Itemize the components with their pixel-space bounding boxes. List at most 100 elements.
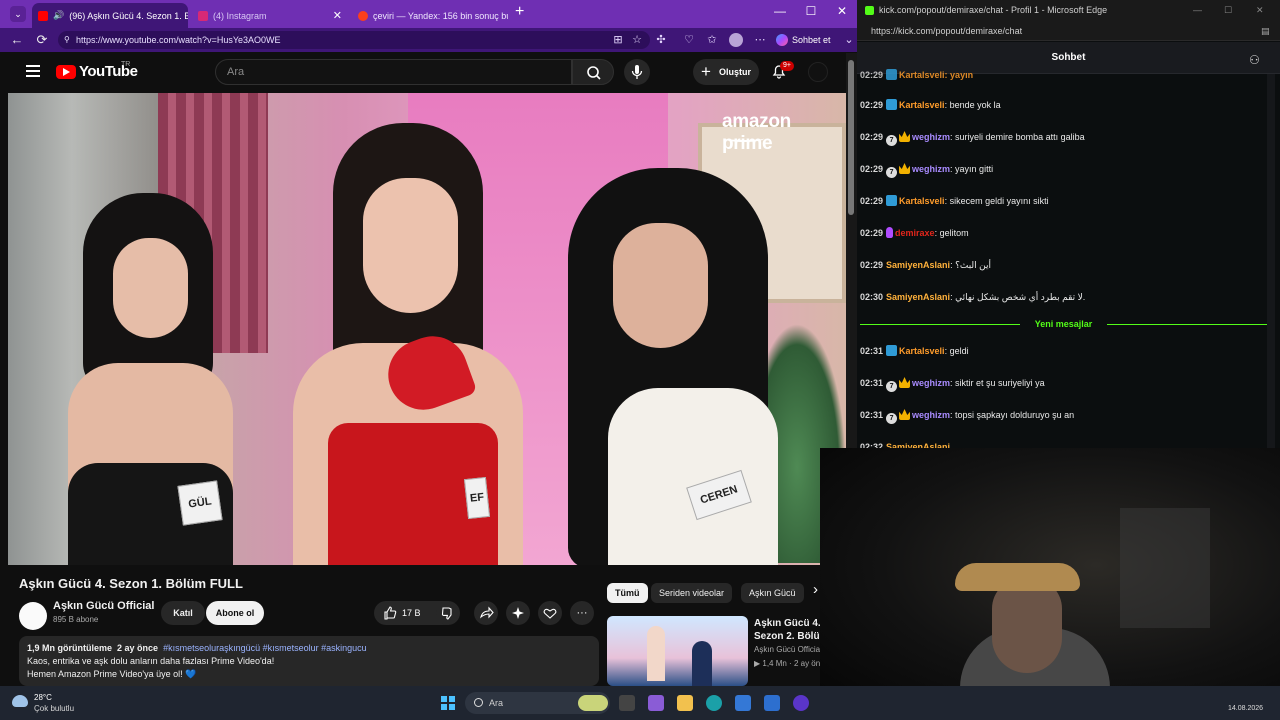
chat-username[interactable]: weghizm <box>912 132 950 142</box>
page-scrollbar-thumb[interactable] <box>848 60 854 215</box>
join-button[interactable]: Katıl <box>161 601 205 625</box>
start-windows-icon[interactable] <box>441 696 455 710</box>
chat-username[interactable]: weghizm <box>912 378 950 388</box>
maximize-button[interactable]: ☐ <box>801 4 821 18</box>
chat-username[interactable]: Kartalsveli <box>899 196 945 206</box>
chat-username[interactable]: weghizm <box>912 410 950 420</box>
sidebar-chevron-icon[interactable]: ⌄ <box>843 34 855 46</box>
kick-maximize-button[interactable]: ☐ <box>1224 0 1232 21</box>
youtube-logo-icon[interactable] <box>56 65 76 79</box>
edge-browser-icon[interactable] <box>706 695 722 711</box>
chat-text: : suriyeli demire bomba attı galiba <box>950 132 1085 142</box>
search-button[interactable] <box>572 59 614 85</box>
chat-text: : topsi şapkayı dolduruyo şu an <box>950 410 1075 420</box>
more-menu-icon[interactable]: ⋯ <box>754 34 766 46</box>
hashtags[interactable]: #kısmetseoluraşkıngücü #kısmetseolur #as… <box>163 643 367 653</box>
person-center <box>278 123 538 565</box>
new-tab-button[interactable]: + <box>515 3 524 21</box>
weather-cloud-icon[interactable] <box>12 695 28 707</box>
create-button[interactable]: Oluştur <box>693 59 759 85</box>
description-box[interactable]: 1,9 Mn görüntüleme 2 ay önce #kısmetseol… <box>19 636 599 686</box>
speaker-icon[interactable]: 🔊 <box>53 10 64 21</box>
extensions-icon[interactable]: ✣ <box>655 34 667 46</box>
obs-app-icon[interactable] <box>793 695 809 711</box>
chat-scrollbar[interactable] <box>1267 74 1275 454</box>
dislike-button[interactable] <box>436 601 460 625</box>
kick-url-bar[interactable]: https://kick.com/popout/demiraxe/chat ▤ <box>857 21 1280 41</box>
thanks-button[interactable] <box>538 601 562 625</box>
share-button[interactable] <box>474 601 498 625</box>
chat-username[interactable]: SamiyenAslani <box>886 292 950 302</box>
account-avatar[interactable] <box>808 62 828 82</box>
tab-instagram[interactable]: (4) Instagram ✕ <box>192 3 348 28</box>
streamer-face <box>992 578 1062 673</box>
tab-youtube[interactable]: 🔊 (96) Aşkın Gücü 4. Sezon 1. Bö ✕ <box>32 3 188 28</box>
voice-search-button[interactable] <box>624 59 650 85</box>
weather-temperature[interactable]: 28°C <box>34 693 52 702</box>
profile-avatar[interactable] <box>729 33 743 47</box>
chat-timestamp: 02:31 <box>860 378 884 388</box>
weather-description[interactable]: Çok bulutlu <box>34 704 74 713</box>
chat-message: 02:29 7 weghizm: suriyeli demire bomba att… <box>860 130 1085 146</box>
chat-username[interactable]: weghizm <box>912 164 950 174</box>
thumbs-down-icon <box>441 607 452 620</box>
copilot-chat-button[interactable]: Sohbet et <box>776 32 831 48</box>
chat-message: 02:29 Kartalsveli: sikecem geldi yayını s… <box>860 194 1049 208</box>
taskbar-date[interactable]: 14.08.2026 <box>1228 705 1263 712</box>
chip-series-videos[interactable]: Seriden videolar <box>651 583 733 603</box>
browser-essentials-icon[interactable]: ♡ <box>683 34 695 46</box>
yandex-favicon-icon <box>358 10 368 21</box>
more-actions-button[interactable]: ··· <box>570 601 594 625</box>
task-view-icon[interactable] <box>619 695 635 711</box>
new-messages-label: Yeni mesajlar <box>1034 319 1093 329</box>
chat-username[interactable]: demiraxe <box>895 228 935 238</box>
chat-users-icon[interactable]: ⚇ <box>1249 53 1260 67</box>
webcam-overlay <box>820 448 1280 708</box>
chips-next-icon[interactable]: › <box>813 581 818 598</box>
app-available-icon[interactable]: ⊞ <box>612 34 624 46</box>
chip-all[interactable]: Tümü <box>607 583 648 603</box>
menu-icon[interactable] <box>26 65 40 77</box>
chat-text: : siktir et şu suriyeliyi ya <box>950 378 1045 388</box>
chat-username[interactable]: Kartalsveli <box>899 346 945 356</box>
favorites-icon[interactable]: ✩ <box>706 34 718 46</box>
amazon-prime-watermark: amazon prime <box>722 111 846 155</box>
more-icon: ··· <box>576 607 588 619</box>
channel-name[interactable]: Aşkın Gücü Official <box>53 600 154 612</box>
chat-text: : sikecem geldi yayını sikti <box>944 196 1049 206</box>
chat-username[interactable]: Kartalsveli <box>899 100 945 110</box>
mail-app-icon[interactable] <box>764 695 780 711</box>
site-info-icon[interactable]: ⚲ <box>64 31 70 49</box>
kick-minimize-button[interactable]: — <box>1193 0 1202 21</box>
tab-close-icon[interactable]: ✕ <box>333 9 342 22</box>
recommended-thumbnail[interactable] <box>607 616 748 686</box>
search-icon <box>587 66 601 80</box>
kick-close-button[interactable]: ✕ <box>1256 0 1264 21</box>
crown-badge-icon <box>899 163 911 174</box>
ask-ai-button[interactable] <box>506 601 530 625</box>
back-button[interactable]: ← <box>8 32 26 47</box>
kick-favicon-icon <box>865 6 874 15</box>
description-line-1: Kaos, entrika ve aşk dolu anların daha f… <box>27 656 275 666</box>
url-field[interactable]: ⚲ https://www.youtube.com/watch?v=HusYe3… <box>58 31 650 49</box>
subscribe-button[interactable]: Abone ol <box>206 601 264 625</box>
channel-avatar[interactable] <box>19 602 47 630</box>
search-input[interactable]: Ara <box>215 59 572 85</box>
close-window-button[interactable]: ✕ <box>832 4 852 18</box>
widgets-icon[interactable] <box>648 695 664 711</box>
streamer-hat <box>955 563 1080 591</box>
chat-username[interactable]: SamiyenAslani <box>886 260 950 270</box>
tab-strip: ⌄ 🔊 (96) Aşkın Gücü 4. Sezon 1. Bö ✕ (4)… <box>0 0 857 28</box>
chip-askin-gucu[interactable]: Aşkın Gücü <box>741 583 804 603</box>
minimize-button[interactable]: — <box>770 4 790 18</box>
search-highlight-icon[interactable] <box>578 695 608 711</box>
video-player[interactable]: GÜL EF CEREN amazon prime <box>8 93 846 565</box>
store-icon[interactable] <box>735 695 751 711</box>
tab-actions-icon[interactable]: ⌄ <box>10 6 26 22</box>
tab-yandex[interactable]: çeviri — Yandex: 156 bin sonuç bu ✕ <box>352 3 508 28</box>
kick-page-icon[interactable]: ▤ <box>1261 21 1270 41</box>
file-explorer-icon[interactable] <box>677 695 693 711</box>
favorite-star-icon[interactable]: ☆ <box>631 34 643 46</box>
kick-badge-icon <box>886 195 898 206</box>
refresh-button[interactable]: ⟳ <box>33 32 51 48</box>
